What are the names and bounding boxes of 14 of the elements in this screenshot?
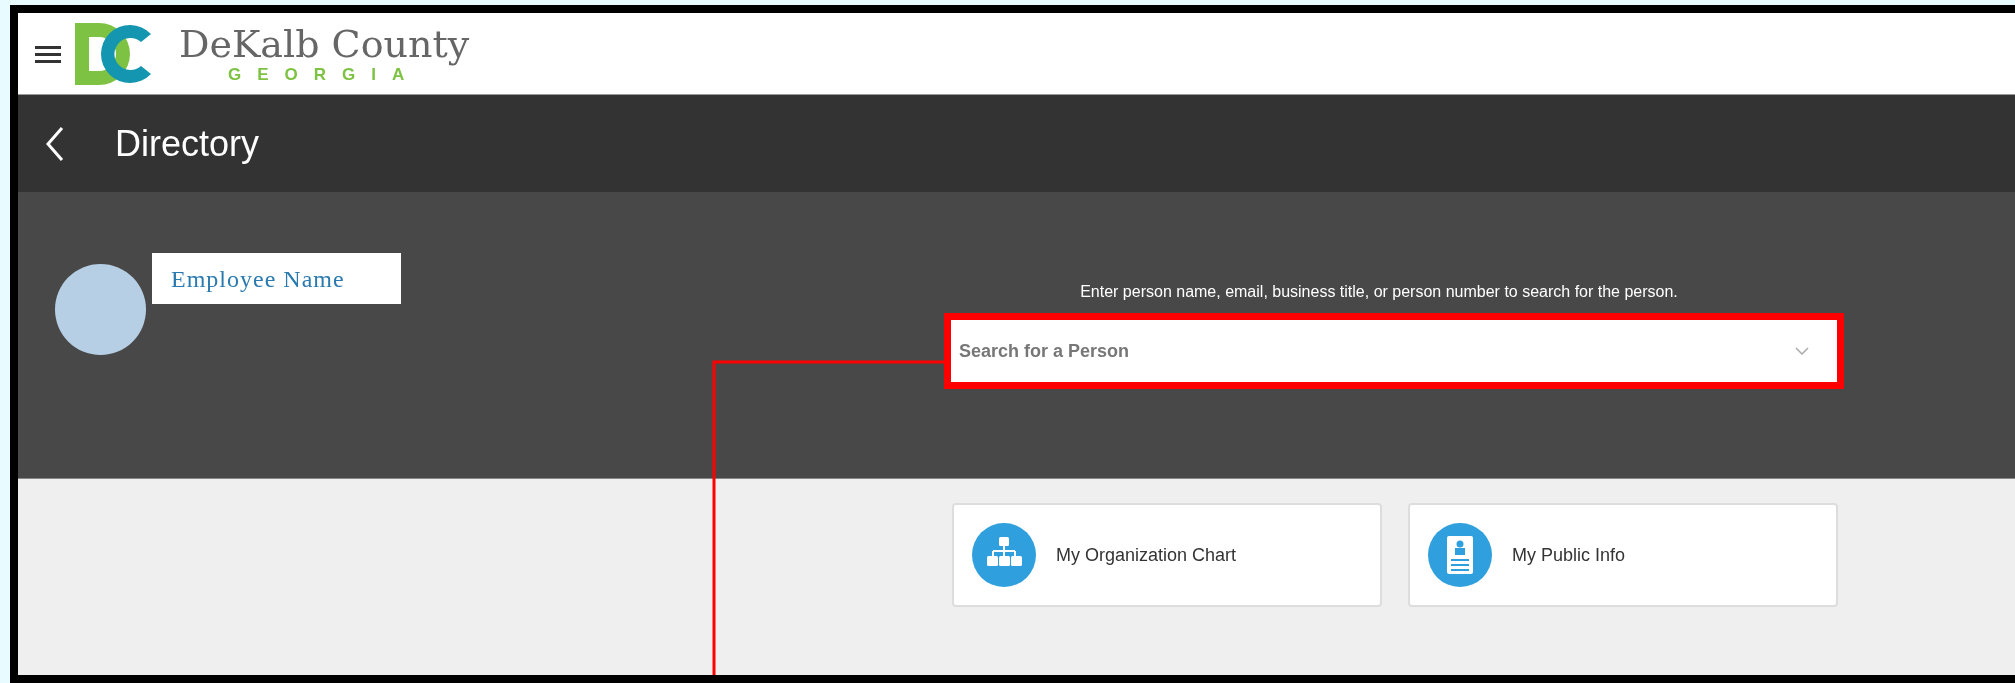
menu-icon[interactable] — [35, 43, 61, 64]
search-field[interactable]: Search for a Person — [951, 320, 1837, 382]
brand-name: DeKalb County — [179, 22, 470, 65]
card-link[interactable]: My Public Info — [1408, 503, 1838, 607]
id-card-icon — [1428, 523, 1492, 587]
back-icon[interactable] — [45, 125, 65, 162]
brand-subtitle: GEORGIA — [227, 64, 421, 85]
card-label: My Public Info — [1512, 543, 1626, 567]
employee-name: Employee Name — [152, 253, 401, 304]
page-title: Directory — [115, 121, 260, 166]
search-hint: Enter person name, email, business title, or person number to search for the person. — [1080, 282, 1678, 302]
card-link[interactable]: My Organization Chart — [952, 503, 1382, 607]
card-label: My Organization Chart — [1056, 543, 1237, 567]
org-chart-icon — [972, 523, 1036, 587]
